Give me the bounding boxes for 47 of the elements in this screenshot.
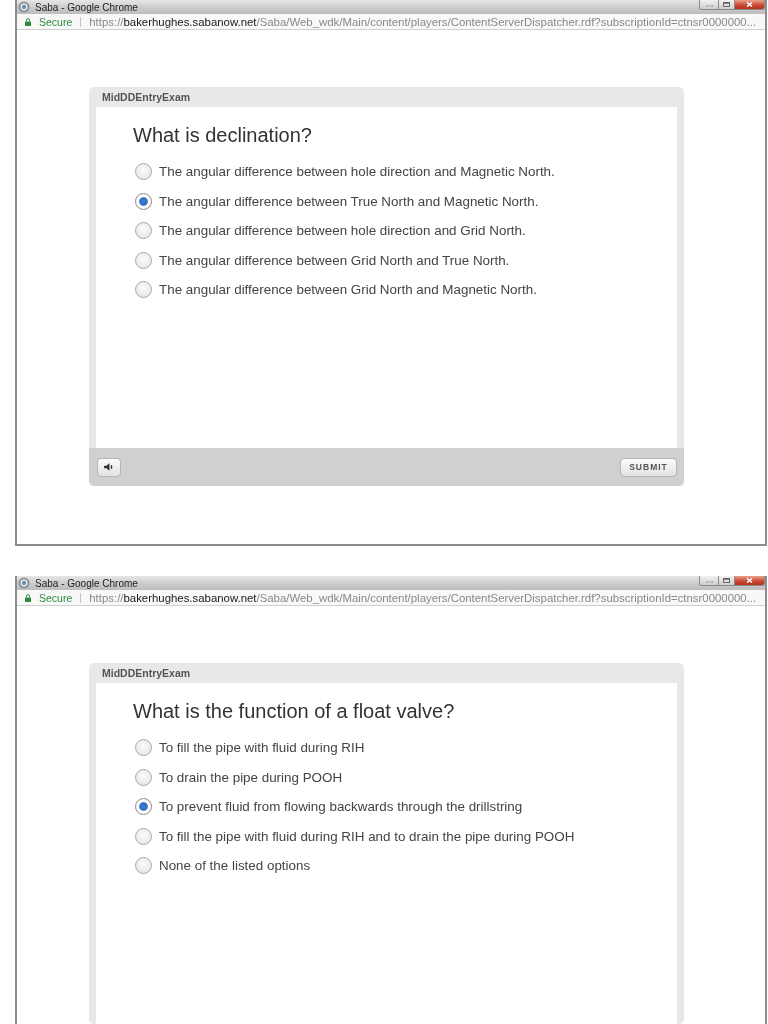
radio-button[interactable] [135, 281, 152, 299]
close-icon [746, 2, 753, 7]
radio-button[interactable] [135, 251, 152, 269]
quiz-title: MidDDEntryExam [101, 666, 191, 681]
radio-button[interactable] [135, 827, 152, 845]
option-label[interactable]: The angular difference between Grid North and Magnetic North. [159, 282, 537, 298]
maximize-icon [723, 2, 730, 7]
question-text: What is the function of a float valve? [133, 699, 456, 723]
option-label[interactable]: To prevent fluid from flowing backwards through the drillstring [159, 799, 523, 815]
option-label[interactable]: The angular difference between Grid North and True North. [159, 252, 510, 268]
close-button[interactable] [735, 0, 765, 10]
option-label[interactable]: None of the listed options [159, 858, 311, 874]
quiz-title: MidDDEntryExam [101, 90, 191, 105]
maximize-icon [723, 578, 730, 583]
audio-button[interactable] [97, 457, 121, 477]
option-label[interactable]: To drain the pipe during POOH [159, 769, 343, 785]
radio-button[interactable] [135, 192, 152, 210]
radio-button[interactable] [135, 739, 152, 757]
radio-button[interactable] [135, 857, 152, 875]
radio-button[interactable] [135, 798, 152, 816]
lock-icon [25, 593, 31, 602]
option-label[interactable]: The angular difference between hole direction and Grid North. [159, 223, 526, 239]
radio-button[interactable] [135, 768, 152, 786]
security-label: Secure [39, 15, 73, 28]
maximize-button[interactable] [719, 0, 735, 10]
close-icon [746, 578, 753, 583]
security-label: Secure [39, 591, 73, 604]
option-label[interactable]: To fill the pipe with fluid during RIH and to drain the pipe during POOH [159, 828, 575, 844]
option-label[interactable]: The angular difference between True North and Magnetic North. [159, 193, 539, 209]
window-title: Saba - Google Chrome [35, 1, 138, 13]
radio-button[interactable] [135, 163, 152, 181]
round-app-icon [18, 577, 30, 589]
minimize-button[interactable] [699, 0, 719, 10]
option-label[interactable]: The angular difference between hole direction and Magnetic North. [159, 164, 555, 180]
maximize-button[interactable] [719, 576, 735, 586]
lock-icon [25, 17, 31, 26]
minimize-button[interactable] [699, 576, 719, 586]
url-text[interactable]: https://bakerhughes.sabanow.net/Saba/Web_wdk/Main/content/players/ContentServerDispatcher.rdf?subscriptionId=ctnsr0000000... [89, 591, 757, 604]
speaker-icon [104, 463, 114, 471]
round-app-icon [18, 1, 30, 13]
question-text: What is declination? [133, 123, 313, 147]
url-text[interactable]: https://bakerhughes.sabanow.net/Saba/Web_wdk/Main/content/players/ContentServerDispatcher.rdf?subscriptionId=ctnsr0000000... [89, 15, 757, 28]
window-title: Saba - Google Chrome [35, 577, 138, 589]
radio-button[interactable] [135, 222, 152, 240]
close-button[interactable] [735, 576, 765, 586]
option-label[interactable]: To fill the pipe with fluid during RIH [159, 740, 365, 756]
submit-button[interactable]: SUBMIT [620, 457, 677, 477]
